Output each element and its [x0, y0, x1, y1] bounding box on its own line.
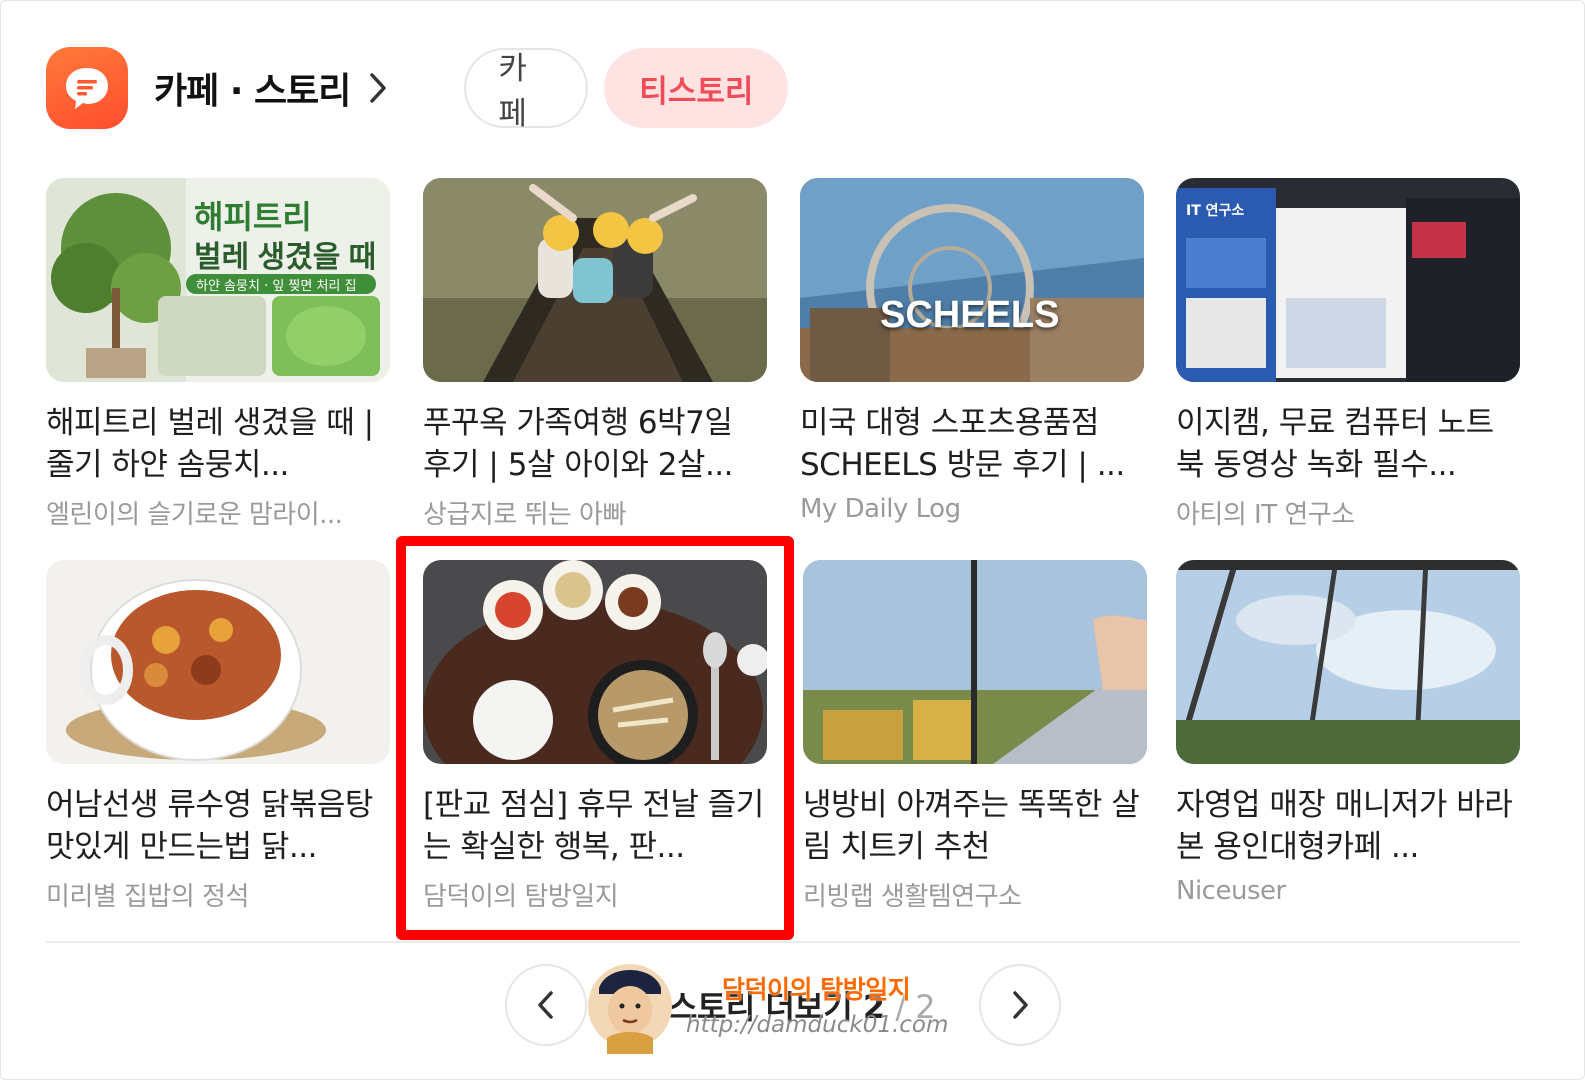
story-thumbnail: [46, 560, 390, 764]
story-title: 푸꾸옥 가족여행 6박7일 후기 | 5살 아이와 2살...: [423, 405, 734, 483]
story-title: 해피트리 벌레 생겼을 때 | 줄기 하얀 솜뭉치...: [46, 405, 374, 483]
thumb-caption: SCHEELS: [880, 294, 1060, 336]
story-thumbnail: 해피트리 벌레 생겼을 때 하얀 솜뭉치 · 잎 찢면 처리 집: [46, 178, 390, 382]
story-source: 리빙랩 생활템연구소: [803, 882, 1022, 912]
story-thumbnail: [423, 178, 767, 382]
story-source: 상급지로 뛰는 아빠: [423, 500, 626, 530]
chat-bubble-icon: [66, 68, 108, 109]
chevron-right-icon: [1013, 991, 1028, 1019]
watermark-name: 담덕이의 탐방일지: [722, 975, 911, 1004]
story-title: 어남선생 류수영 닭볶음탕 맛있게 만드는법 닭...: [46, 787, 373, 865]
story-title: 자영업 매장 매니저가 바라본 용인대형카페 ...: [1176, 787, 1513, 865]
chevron-right-icon: [370, 73, 387, 103]
story-title: 미국 대형 스포츠용품점 SCHEELS 방문 후기 | ...: [800, 405, 1125, 483]
thumb-caption: 벌레 생겼을 때: [194, 241, 377, 274]
story-thumbnail: [1176, 560, 1520, 764]
story-title: 냉방비 아껴주는 똑똑한 살림 치트키 추천: [803, 787, 1140, 865]
story-thumbnail: [803, 560, 1147, 764]
tab-tistory[interactable]: 티스토리: [604, 48, 789, 128]
story-thumbnail: IT 연구소: [1176, 178, 1520, 382]
story-card[interactable]: 해피트리 벌레 생겼을 때 하얀 솜뭉치 · 잎 찢면 처리 집 해피트리 벌레…: [46, 178, 390, 531]
section-title-link[interactable]: 카페 · 스토리: [154, 62, 388, 114]
section-title-text: 카페 · 스토리: [154, 71, 351, 112]
story-card[interactable]: 자영업 매장 매니저가 바라본 용인대형카페 ... Niceuser: [1176, 560, 1520, 906]
story-card[interactable]: 푸꾸옥 가족여행 6박7일 후기 | 5살 아이와 2살... 상급지로 뛰는 …: [423, 178, 767, 531]
watermark-url: http://damduck01.com: [686, 1012, 949, 1038]
story-card[interactable]: 냉방비 아껴주는 똑똑한 살림 치트키 추천 리빙랩 생활템연구소: [803, 560, 1147, 913]
story-card[interactable]: SCHEELS 미국 대형 스포츠용품점 SCHEELS 방문 후기 | ...…: [800, 178, 1144, 524]
watermark-avatar: [588, 964, 672, 1054]
thumb-caption: 하얀 솜뭉치 · 잎 찢면 처리 집: [196, 279, 357, 294]
story-card[interactable]: IT 연구소 이지캠, 무료 컴퓨터 노트북 동영상 녹화 필수... 아티의 …: [1176, 178, 1520, 531]
next-page-button[interactable]: [979, 964, 1061, 1046]
story-source: 엘린이의 슬기로운 맘라이...: [46, 500, 343, 530]
section-header: 카페 · 스토리 카페 티스토리: [46, 46, 789, 132]
tab-cafe[interactable]: 카페: [464, 48, 589, 132]
thumb-caption: IT 연구소: [1186, 203, 1245, 219]
story-source: My Daily Log: [800, 494, 961, 524]
story-card[interactable]: 어남선생 류수영 닭볶음탕 맛있게 만드는법 닭... 미리별 집밥의 정석: [46, 560, 390, 913]
highlight-box: [396, 536, 794, 940]
story-source: Niceuser: [1176, 876, 1286, 906]
story-source: 아티의 IT 연구소: [1176, 500, 1355, 530]
story-title: 이지캠, 무료 컴퓨터 노트북 동영상 녹화 필수...: [1176, 405, 1494, 483]
cafe-story-app-icon: [46, 47, 128, 129]
story-source: 미리별 집밥의 정석: [46, 882, 249, 912]
divider: [46, 941, 1520, 943]
prev-page-button[interactable]: [505, 964, 587, 1046]
chevron-left-icon: [538, 991, 553, 1019]
story-thumbnail: SCHEELS: [800, 178, 1144, 382]
